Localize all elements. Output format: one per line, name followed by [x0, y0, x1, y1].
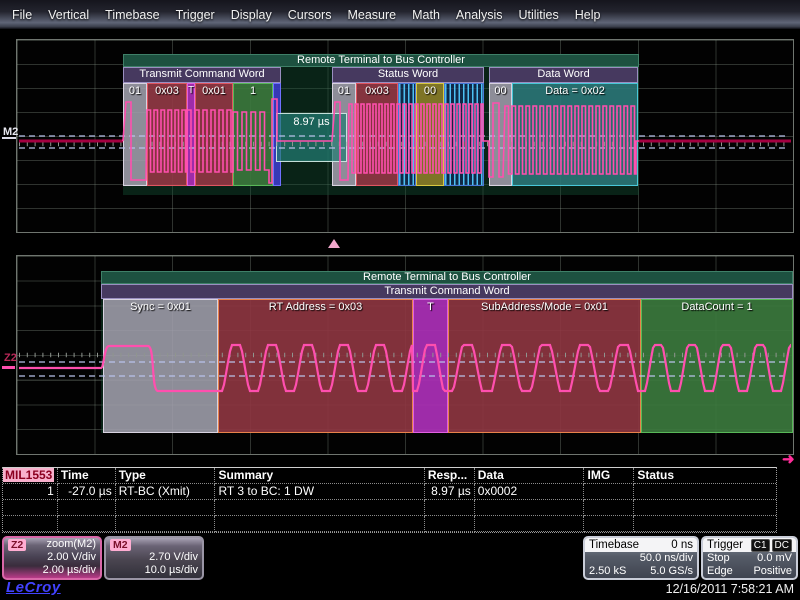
segment-status-flags: 00 [416, 83, 444, 186]
column-summary[interactable]: Summary [215, 468, 424, 484]
cell-resp: 8.97 µs [425, 484, 475, 500]
trigger-box[interactable]: Trigger C1 DC Stop 0.0 mV Edge Positive [701, 536, 798, 580]
cell-type: RT-BC (Xmit) [116, 484, 216, 500]
table-row[interactable]: 1 -27.0 µs RT-BC (Xmit) RT 3 to BC: 1 DW… [3, 484, 776, 500]
cell-status [634, 484, 776, 500]
timebase-box[interactable]: Timebase 0 ns 50.0 ns/div 2.50 kS 5.0 GS… [583, 536, 699, 580]
cell-summary: RT 3 to BC: 1 DW [215, 484, 424, 500]
scroll-right-arrow-icon[interactable]: ➜ [782, 450, 795, 468]
response-time-annotation: 8.97 µs [276, 113, 347, 162]
cell-time: -27.0 µs [58, 484, 116, 500]
segment-cmd-rt-address: 0x03 [147, 83, 187, 186]
column-data[interactable]: Data [475, 468, 585, 484]
lecroy-logo: LeCroy [6, 579, 61, 596]
trigger-level: 0.0 mV [757, 552, 792, 565]
segment-subaddress-mode: SubAddress/Mode = 0x01 [448, 299, 641, 433]
timebase-rate: 5.0 GS/s [650, 565, 693, 578]
timebase-label: Timebase [589, 538, 639, 552]
segment-status-bits-1 [398, 83, 416, 186]
m2-channel-badge: M2 [110, 539, 131, 551]
menu-item-measure[interactable]: Measure [347, 8, 396, 22]
trace-label-z2[interactable]: Z2 [4, 352, 17, 364]
lower-bus-header: Remote Terminal to Bus Controller [101, 271, 793, 284]
segment-data-sync: 00 [489, 83, 512, 186]
segment-datacount: DataCount = 1 [641, 299, 793, 433]
upper-bus-header: Remote Terminal to Bus Controller [123, 54, 639, 67]
upper-word-title-status: Status Word [332, 67, 484, 83]
segment-status-rt-address: 0x03 [356, 83, 398, 186]
lower-waveform-grid[interactable]: Remote Terminal to Bus Controller Transm… [16, 255, 794, 455]
segment-tr-bit: T [413, 299, 448, 433]
cell-data: 0x0002 [475, 484, 585, 500]
trigger-label: Trigger [707, 538, 743, 552]
trace-level-marker-m2 [2, 137, 16, 139]
column-resp[interactable]: Resp... [425, 468, 475, 484]
column-img[interactable]: IMG [584, 468, 634, 484]
upper-word-title-data: Data Word [489, 67, 638, 83]
lower-word-header: Transmit Command Word [101, 284, 793, 299]
timebase-offset: 0 ns [671, 538, 693, 552]
z2-channel-badge: Z2 [8, 539, 26, 551]
menu-item-analysis[interactable]: Analysis [456, 8, 503, 22]
trigger-mode: Stop [707, 552, 730, 565]
z2-title: zoom(M2) [46, 538, 96, 551]
timebase-tdiv: 50.0 ns/div [640, 552, 693, 565]
menu-item-vertical[interactable]: Vertical [48, 8, 89, 22]
decode-table: MIL1553 Time Type Summary Resp... Data I… [2, 467, 777, 533]
trigger-position-marker-icon[interactable] [328, 239, 340, 248]
z2-descriptor-box[interactable]: Z2 zoom(M2) 2.00 V/div 2.00 µs/div [2, 536, 102, 580]
table-row-empty [3, 516, 776, 532]
m2-tdiv: 10.0 µs/div [145, 564, 198, 577]
menu-bar: File Vertical Timebase Trigger Display C… [0, 0, 800, 30]
segment-cmd-tr-bit: T [187, 83, 195, 186]
protocol-badge-cell[interactable]: MIL1553 [3, 468, 58, 484]
trigger-slope: Positive [753, 565, 792, 578]
column-status[interactable]: Status [634, 468, 776, 484]
segment-status-bits-2 [444, 83, 484, 186]
menu-item-math[interactable]: Math [412, 8, 440, 22]
menu-item-help[interactable]: Help [575, 8, 601, 22]
trigger-type: Edge [707, 565, 733, 578]
column-type[interactable]: Type [116, 468, 216, 484]
table-row-empty [3, 500, 776, 516]
cell-index: 1 [3, 484, 58, 500]
z2-tdiv: 2.00 µs/div [43, 564, 96, 577]
cell-img [584, 484, 634, 500]
upper-waveform-grid[interactable]: Remote Terminal to Bus Controller Transm… [16, 39, 794, 233]
m2-descriptor-box[interactable]: M2 2.70 V/div 10.0 µs/div [104, 536, 204, 580]
segment-cmd-datacount: 1 [233, 83, 273, 186]
trigger-coupling-badge: DC [772, 539, 792, 552]
segment-data-value: Data = 0x02 [512, 83, 638, 186]
menu-item-timebase[interactable]: Timebase [105, 8, 159, 22]
trace-level-marker-z2 [2, 366, 15, 369]
menu-item-display[interactable]: Display [231, 8, 272, 22]
segment-cmd-sync: 01 [123, 83, 147, 186]
menu-item-trigger[interactable]: Trigger [176, 8, 215, 22]
menu-item-cursors[interactable]: Cursors [288, 8, 332, 22]
segment-sync: Sync = 0x01 [103, 299, 218, 433]
datetime-stamp: 12/16/2011 7:58:21 AM [666, 582, 794, 596]
decode-table-header: MIL1553 Time Type Summary Resp... Data I… [3, 468, 776, 484]
protocol-badge[interactable]: MIL1553 [3, 468, 54, 482]
trigger-source-badge: C1 [751, 539, 770, 552]
segment-rt-address: RT Address = 0x03 [218, 299, 413, 433]
segment-cmd-subaddress: 0x01 [195, 83, 233, 186]
m2-vdiv: 2.70 V/div [149, 551, 198, 564]
upper-word-title-command: Transmit Command Word [123, 67, 281, 83]
menu-item-utilities[interactable]: Utilities [518, 8, 558, 22]
z2-vdiv: 2.00 V/div [47, 551, 96, 564]
timebase-samples: 2.50 kS [589, 565, 626, 578]
menu-item-file[interactable]: File [12, 8, 32, 22]
column-time[interactable]: Time [58, 468, 116, 484]
